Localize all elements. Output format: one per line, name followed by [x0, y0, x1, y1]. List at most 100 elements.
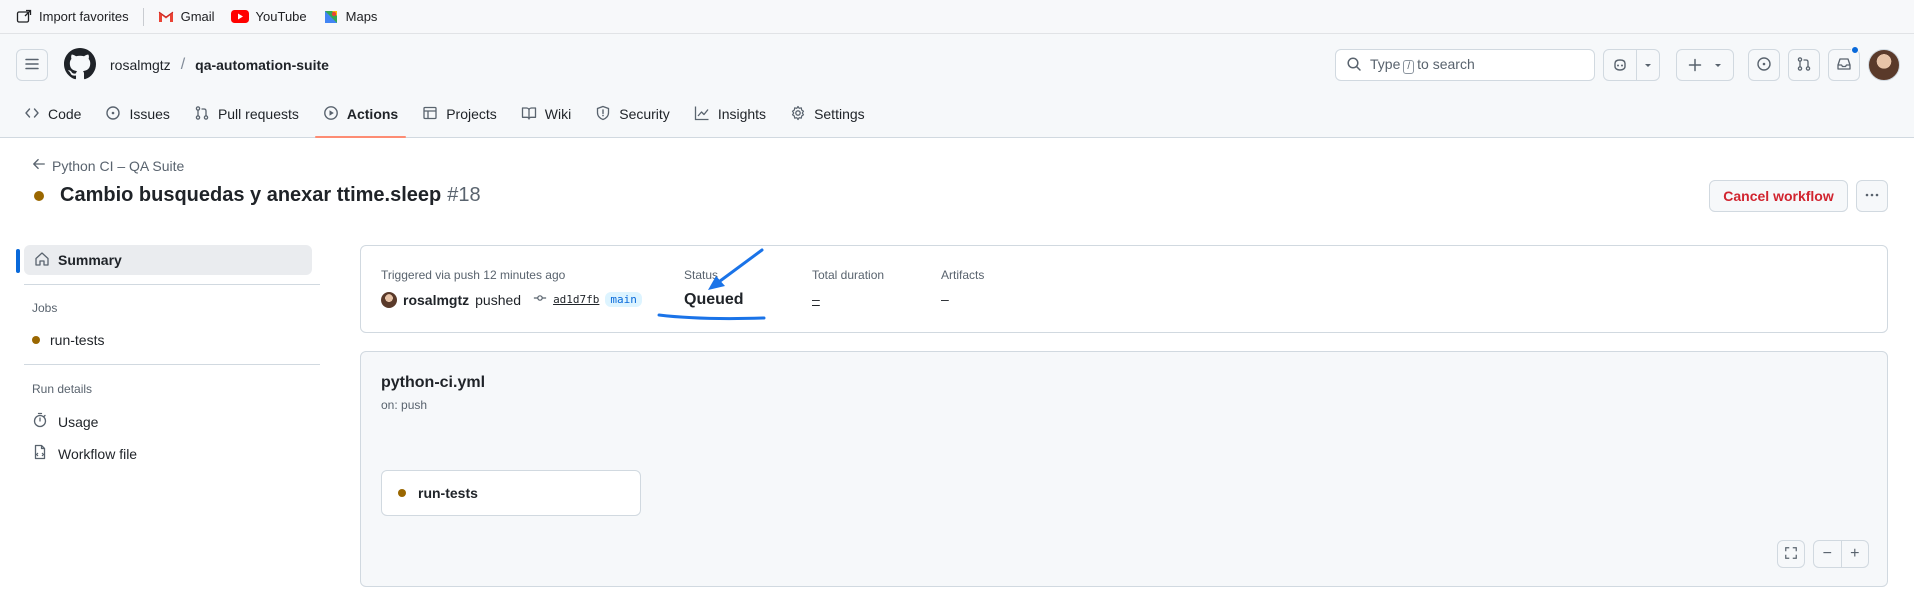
duration-value[interactable]: – — [812, 291, 820, 307]
trigger-detail: rosalmgtz pushed ad1d7fb main — [381, 291, 642, 308]
bookmark-label: Gmail — [180, 9, 215, 24]
workflow-trigger: on: push — [381, 398, 428, 412]
sidebar-item-label: Usage — [58, 413, 99, 430]
inbox-button[interactable] — [1828, 46, 1860, 81]
copilot-button[interactable] — [1603, 49, 1660, 81]
sidebar-item-workflow-file[interactable]: Workflow file — [32, 444, 137, 463]
run-number: #18 — [447, 184, 481, 206]
play-icon — [323, 105, 339, 124]
sidebar-item-usage[interactable]: Usage — [32, 412, 98, 431]
queued-status-dot — [32, 336, 40, 344]
artifacts-info: Artifacts – — [941, 268, 984, 307]
branch-label[interactable]: main — [605, 292, 642, 307]
job-name: run-tests — [418, 485, 478, 501]
kebab-horizontal-icon — [1864, 187, 1880, 206]
issue-icon — [105, 105, 121, 124]
tab-label: Projects — [446, 106, 497, 122]
chevron-down-icon[interactable] — [1636, 50, 1659, 80]
zoom-controls: − + — [1813, 540, 1869, 568]
tab-actions[interactable]: Actions — [314, 90, 407, 138]
actor-link[interactable]: rosalmgtz — [403, 292, 469, 308]
search-icon — [1346, 56, 1362, 75]
run-details-heading: Run details — [32, 382, 93, 396]
code-icon — [24, 105, 40, 124]
job-card-run-tests[interactable]: run-tests — [381, 470, 641, 516]
artifacts-label: Artifacts — [941, 268, 985, 282]
sidebar-item-summary[interactable]: Summary — [24, 245, 312, 275]
tab-label: Pull requests — [217, 106, 299, 122]
back-link-label: Python CI – QA Suite — [52, 157, 185, 174]
repo-header: rosalmgtz / qa-automation-suite Type / to … — [0, 34, 1914, 138]
tab-code[interactable]: Code — [16, 90, 89, 138]
breadcrumb: rosalmgtz / qa-automation-suite — [60, 47, 329, 83]
run-summary-card: Triggered via push 12 minutes ago rosalm… — [360, 245, 1888, 333]
queued-status-dot — [34, 190, 44, 201]
hamburger-icon — [24, 56, 40, 75]
arrow-left-icon — [32, 157, 46, 174]
sidebar-item-label: Summary — [58, 252, 122, 268]
artifacts-value: – — [941, 291, 949, 307]
bookmark-maps[interactable]: Maps — [315, 0, 386, 34]
tab-projects[interactable]: Projects — [414, 90, 505, 138]
action-text: pushed — [475, 291, 522, 308]
create-new-button[interactable] — [1676, 49, 1734, 81]
global-bar: rosalmgtz / qa-automation-suite Type / to … — [16, 46, 1900, 83]
cancel-workflow-button[interactable]: Cancel workflow — [1709, 180, 1848, 212]
tab-insights[interactable]: Insights — [686, 90, 774, 138]
bookmark-gmail[interactable]: Gmail — [150, 0, 223, 34]
active-indicator — [16, 249, 20, 273]
bookmarks-bar: Import favorites Gmail YouTube Maps — [0, 0, 1914, 34]
search-input[interactable]: Type / to search — [1335, 49, 1595, 81]
gmail-icon — [158, 10, 174, 23]
workflow-graph: python-ci.yml on: push run-tests − + — [360, 351, 1888, 587]
menu-button[interactable] — [16, 49, 48, 81]
file-icon — [32, 444, 48, 463]
issue-icon — [1756, 56, 1772, 75]
github-logo-icon[interactable] — [64, 47, 96, 83]
bookmark-label: YouTube — [255, 9, 307, 24]
chevron-down-icon[interactable] — [1711, 50, 1733, 80]
user-avatar[interactable] — [1868, 49, 1900, 81]
tab-label: Actions — [346, 106, 399, 122]
zoom-out-button[interactable]: − — [1814, 541, 1841, 567]
header-tools: Type / to search — [1335, 46, 1900, 81]
maps-icon — [323, 9, 339, 25]
owner-link[interactable]: rosalmgtz — [110, 57, 171, 73]
plus-icon[interactable] — [1677, 50, 1711, 80]
duration-info: Total duration – — [812, 268, 884, 307]
sidebar-item-run-tests[interactable]: run-tests — [32, 332, 104, 348]
pull-request-icon — [1796, 56, 1812, 75]
bookmark-label: Maps — [345, 9, 378, 24]
bookmark-import-favorites[interactable]: Import favorites — [8, 0, 137, 34]
jobs-heading: Jobs — [32, 301, 58, 315]
repo-link[interactable]: qa-automation-suite — [195, 57, 329, 73]
duration-label: Total duration — [812, 268, 885, 282]
more-options-button[interactable] — [1856, 180, 1888, 212]
trigger-info: Triggered via push 12 minutes ago rosalm… — [381, 268, 642, 308]
pull-requests-shortcut-button[interactable] — [1788, 49, 1820, 81]
shield-icon — [595, 105, 611, 124]
tab-label: Insights — [717, 106, 767, 122]
back-to-workflow-link[interactable]: Python CI – QA Suite — [32, 157, 184, 174]
copilot-icon[interactable] — [1604, 50, 1636, 80]
screen-full-icon — [1784, 546, 1798, 563]
tab-pull-requests[interactable]: Pull requests — [186, 90, 307, 138]
pull-request-icon — [194, 105, 210, 124]
tab-security[interactable]: Security — [587, 90, 678, 138]
tab-label: Wiki — [544, 106, 572, 122]
status-label: Status — [684, 268, 719, 282]
tab-issues[interactable]: Issues — [97, 90, 177, 138]
issues-shortcut-button[interactable] — [1748, 49, 1780, 81]
queued-status-dot — [398, 489, 406, 497]
sidebar-item-label: Workflow file — [58, 445, 138, 462]
zoom-in-button[interactable]: + — [1840, 541, 1869, 567]
repo-tabs: Code Issues Pull requests Actions Projec… — [16, 90, 881, 138]
fullscreen-button[interactable] — [1777, 540, 1805, 568]
trigger-label: Triggered via push 12 minutes ago — [381, 268, 566, 282]
commit-sha-link[interactable]: ad1d7fb — [553, 293, 599, 306]
bookmark-youtube[interactable]: YouTube — [223, 0, 315, 34]
inbox-icon — [1836, 56, 1852, 75]
tab-wiki[interactable]: Wiki — [513, 90, 579, 138]
tab-settings[interactable]: Settings — [782, 90, 873, 138]
tab-label: Code — [48, 106, 82, 122]
